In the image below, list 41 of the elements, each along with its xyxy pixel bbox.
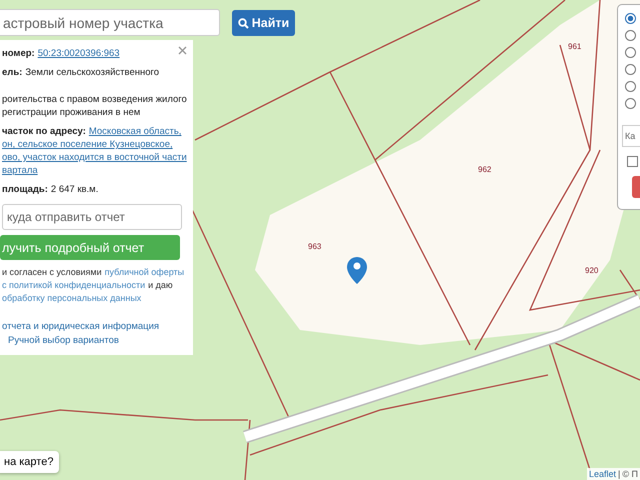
- radio-button[interactable]: [625, 30, 636, 41]
- attribution-text: © П: [622, 469, 638, 479]
- field-value: роительства с правом возведения жилого: [2, 93, 187, 106]
- plot-number: 920: [585, 266, 598, 275]
- search-button[interactable]: Найти: [232, 10, 295, 36]
- panel-link[interactable]: отчета и юридическая информация: [2, 321, 193, 333]
- field-value: Земли сельскохозяйственного: [25, 66, 160, 79]
- attribution-separator: |: [618, 469, 620, 479]
- radio-button[interactable]: [625, 81, 636, 92]
- report-button[interactable]: лучить подробный отчет: [0, 235, 180, 260]
- panel-link[interactable]: Ручной выбор вариантов: [2, 335, 193, 347]
- consent-text: и согласен с условиями: [2, 266, 102, 279]
- field-link[interactable]: Московская область,: [88, 125, 182, 138]
- radio-button[interactable]: [625, 47, 636, 58]
- radio-button[interactable]: [625, 64, 636, 75]
- field-link[interactable]: вартала: [2, 164, 38, 177]
- field-value: регистрации проживания в нем: [2, 106, 140, 119]
- search-icon: [238, 18, 249, 28]
- consent-link[interactable]: обработку персональных данных: [2, 292, 142, 305]
- field-label: номер:: [2, 47, 35, 60]
- consent-link[interactable]: с политикой конфиденциальности: [2, 279, 146, 292]
- field-label: площадь:: [2, 183, 48, 196]
- field-value: 2 647 кв.м.: [50, 183, 98, 196]
- search-field[interactable]: астровый номер участка: [0, 9, 220, 36]
- field-label: часток по адресу:: [2, 125, 86, 138]
- plot-number: 963: [308, 242, 322, 251]
- leaflet-link[interactable]: Leaflet: [589, 469, 616, 479]
- consent-text: и даю: [148, 279, 173, 292]
- cadastre-field[interactable]: Ка: [622, 125, 640, 147]
- map-button[interactable]: на карте?: [0, 451, 60, 473]
- radio-button[interactable]: [625, 98, 636, 109]
- field-link[interactable]: ово, участок находится в восточной части: [2, 151, 187, 164]
- field-label: ель:: [2, 66, 22, 79]
- checkbox[interactable]: [627, 156, 638, 167]
- plot-number: 961: [568, 42, 582, 51]
- email-field[interactable]: куда отправить отчет: [2, 204, 182, 230]
- plot-number: 962: [478, 165, 492, 174]
- field-link[interactable]: 50:23:0020396:963: [38, 47, 120, 60]
- radio-button[interactable]: [625, 13, 636, 24]
- consent-link[interactable]: публичной оферты: [104, 266, 184, 279]
- field-link[interactable]: он, сельское поселение Кузнецовское,: [2, 138, 173, 151]
